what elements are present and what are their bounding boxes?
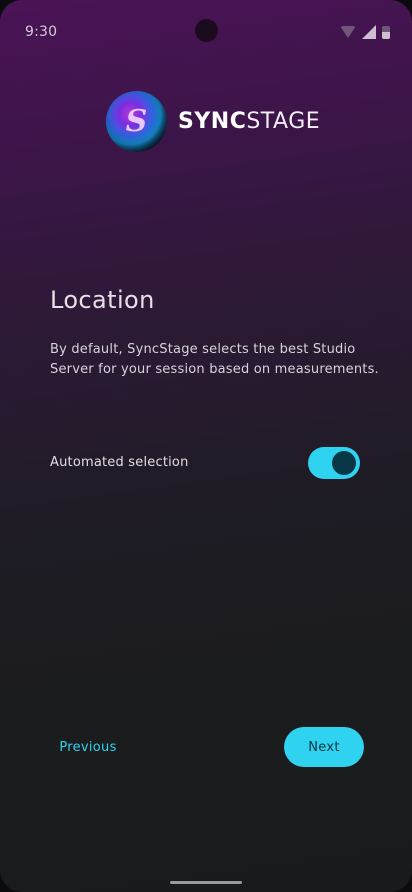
status-time: 9:30	[25, 24, 58, 40]
camera-cutout	[195, 19, 218, 42]
wifi-icon	[340, 26, 356, 38]
next-button[interactable]: Next	[284, 727, 364, 767]
page-title: Location	[50, 286, 155, 314]
logo-mark: S	[125, 103, 148, 139]
automated-selection-row: Automated selection	[50, 446, 360, 479]
toggle-thumb	[332, 450, 356, 475]
status-icons	[340, 25, 390, 39]
app-screen: 9:30 S SYNCSTAGE Location By default, Sy…	[0, 0, 412, 892]
signal-icon	[362, 25, 376, 39]
logo-wordmark: SYNCSTAGE	[178, 109, 320, 134]
page-description: By default, SyncStage selects the best S…	[50, 342, 379, 377]
previous-button[interactable]: Previous	[44, 727, 132, 767]
automated-selection-label: Automated selection	[50, 455, 189, 470]
status-bar: 9:30	[0, 0, 412, 60]
automated-selection-toggle[interactable]	[308, 446, 360, 479]
syncstage-logo: S SYNCSTAGE	[106, 90, 320, 152]
battery-icon	[382, 25, 390, 39]
home-indicator[interactable]	[170, 881, 242, 884]
logo-text-light: STAGE	[246, 108, 321, 134]
logo-orb-icon: S	[106, 90, 167, 152]
logo-text-bold: SYNC	[178, 108, 247, 134]
